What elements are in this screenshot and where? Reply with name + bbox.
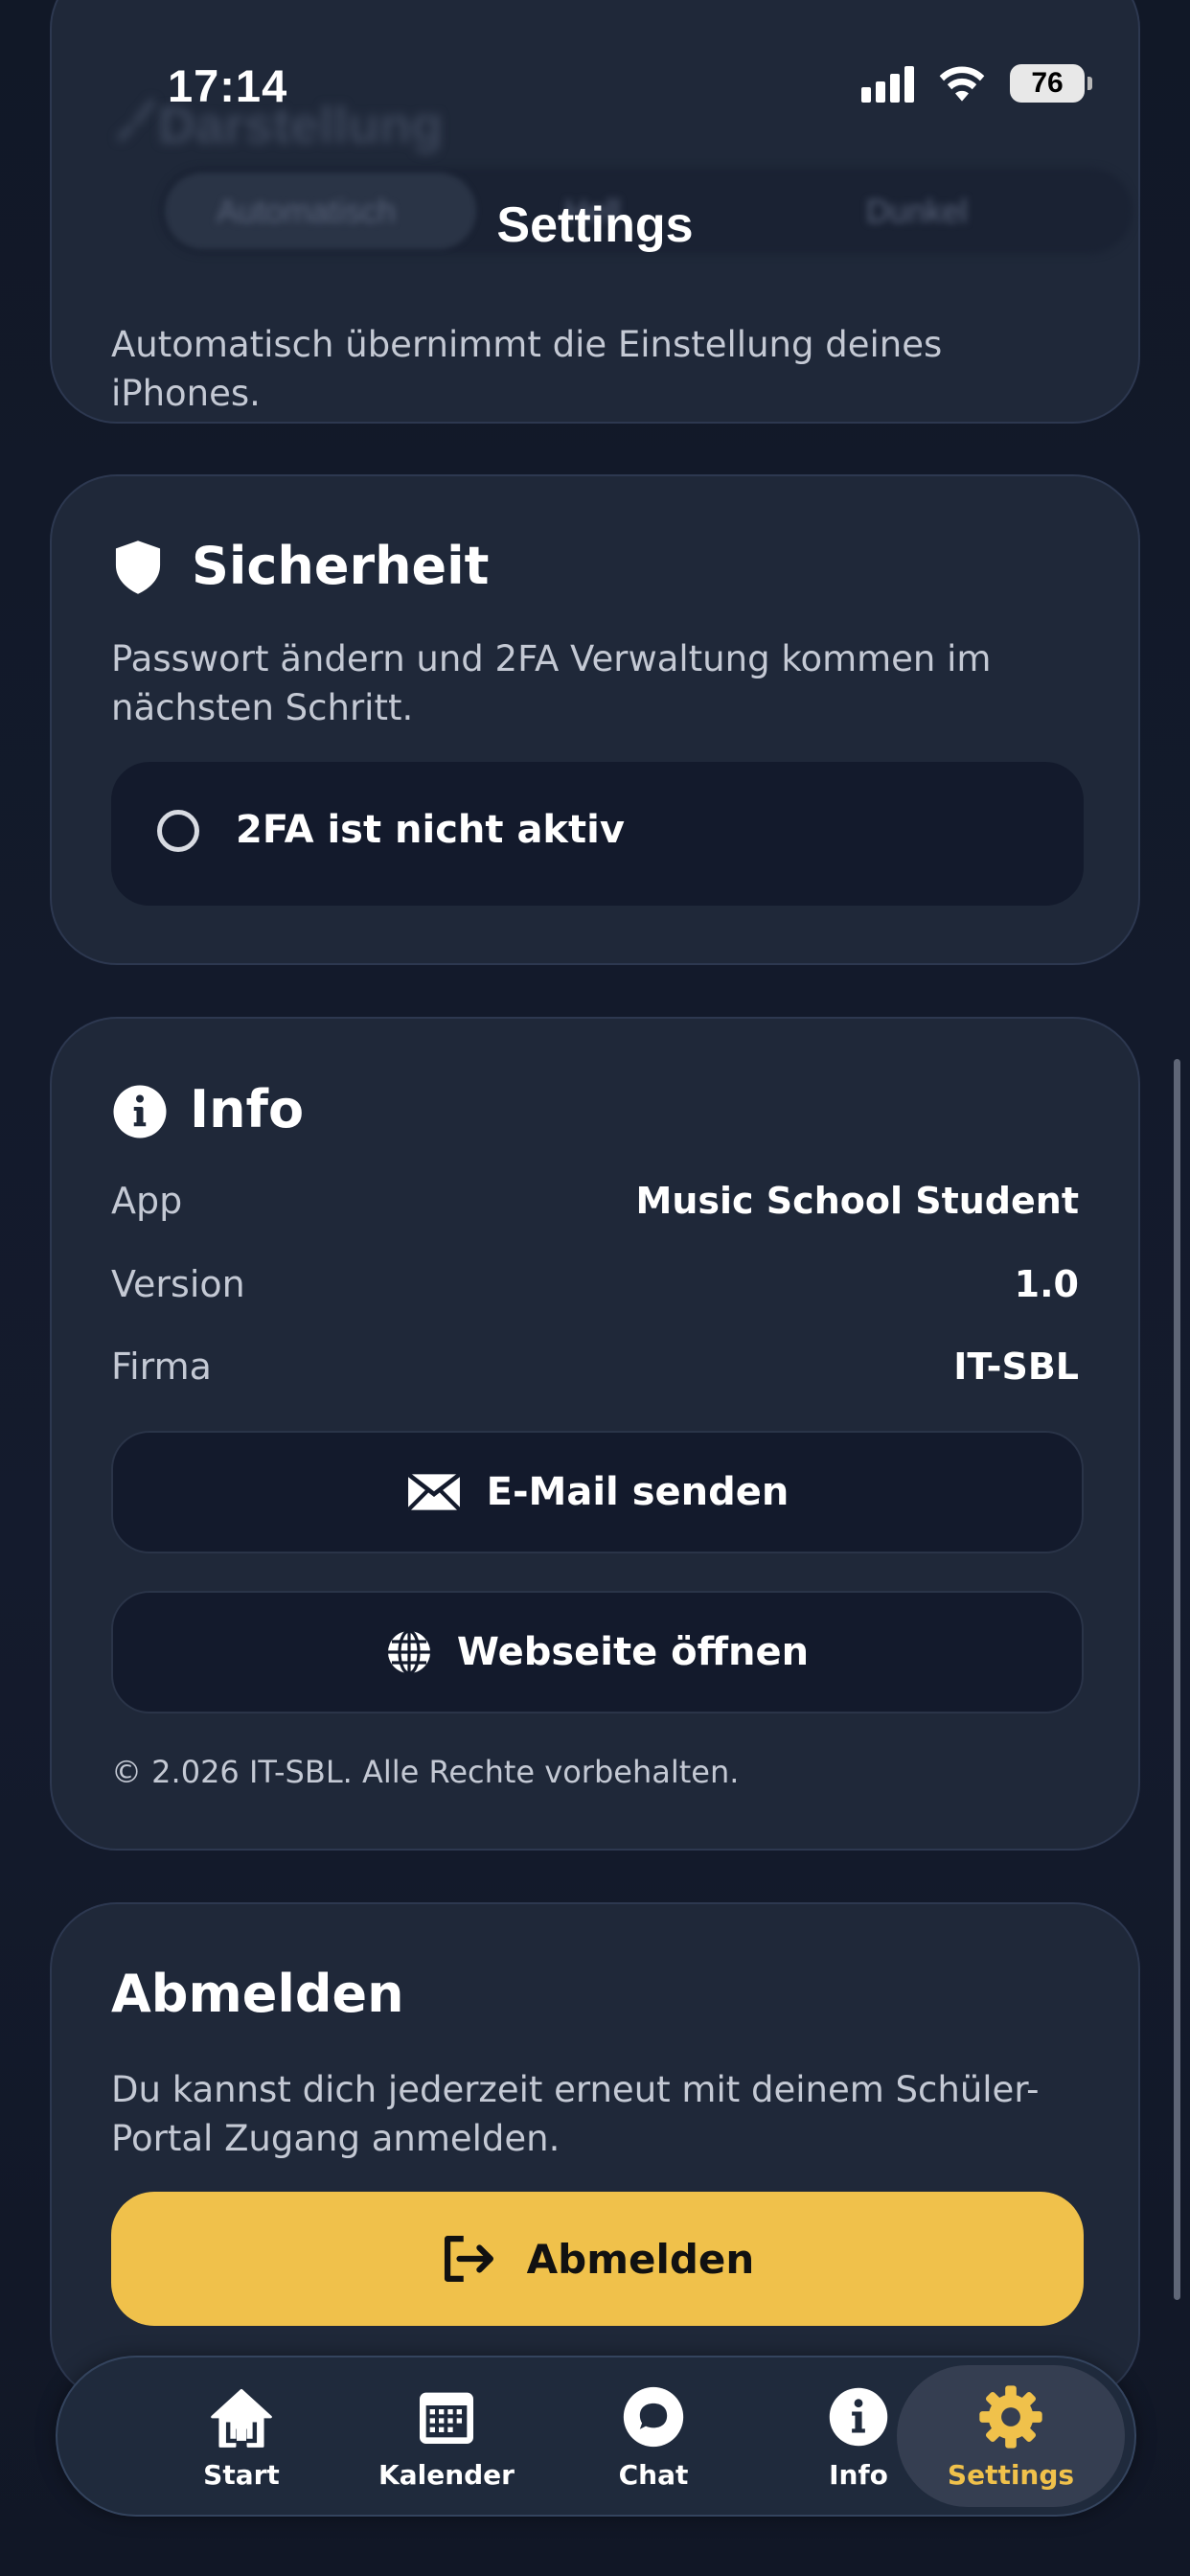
twofa-status-circle-icon [157, 810, 199, 852]
copyright-text: © 2.026 IT-SBL. Alle Rechte vorbehalten. [111, 1754, 740, 1790]
security-card: Sicherheit Passwort ändern und 2FA Verwa… [50, 474, 1140, 965]
info-card: Info App Music School Student Version 1.… [50, 1017, 1140, 1851]
twofa-status-row[interactable]: 2FA ist nicht aktiv [111, 762, 1084, 906]
info-row-value: IT-SBL [953, 1346, 1079, 1388]
logout-description: Du kannst dich jederzeit erneut mit dein… [111, 2069, 1040, 2159]
security-title: Sicherheit [192, 536, 490, 596]
logout-button[interactable]: Abmelden [111, 2192, 1084, 2326]
info-row-label: Version [111, 1263, 245, 1305]
status-time: 17:14 [168, 60, 288, 111]
wifi-icon [939, 66, 985, 102]
scrollbar[interactable] [1174, 1059, 1180, 2300]
home-icon [207, 2382, 276, 2451]
tab-start[interactable]: Start [138, 2358, 345, 2515]
tab-chat[interactable]: Chat [550, 2358, 757, 2515]
twofa-status-label: 2FA ist nicht aktiv [236, 808, 625, 852]
open-website-label: Webseite öffnen [456, 1630, 810, 1674]
open-website-button[interactable]: Webseite öffnen [111, 1591, 1084, 1714]
info-circle-icon [113, 1085, 167, 1138]
logout-button-label: Abmelden [526, 2235, 755, 2283]
tab-bar: Start Kalender Chat Info Settings [56, 2356, 1136, 2517]
tab-settings[interactable]: Settings [907, 2358, 1114, 2515]
tab-label: Info [829, 2459, 888, 2491]
info-row-label: App [111, 1180, 183, 1222]
shield-icon [115, 540, 161, 594]
info-row-value: Music School Student [635, 1180, 1079, 1222]
tab-label: Kalender [378, 2459, 515, 2491]
cellular-signal-icon [861, 64, 914, 103]
tab-label: Chat [618, 2459, 689, 2491]
logout-card: Abmelden Du kannst dich jederzeit erneut… [50, 1902, 1140, 2401]
globe-icon [387, 1629, 430, 1675]
info-row-value: 1.0 [1014, 1263, 1079, 1305]
page-title: Settings [496, 197, 694, 253]
battery-indicator: 76 [1010, 64, 1092, 103]
appearance-description: Automatisch übernimmt die Einstellung de… [111, 324, 943, 414]
tab-label: Start [203, 2459, 280, 2491]
chat-icon [619, 2382, 688, 2451]
logout-icon [444, 2236, 493, 2282]
status-icons: 76 [861, 63, 1092, 104]
info-icon [824, 2382, 893, 2451]
send-email-button[interactable]: E-Mail senden [111, 1431, 1084, 1553]
logout-title: Abmelden [111, 1964, 404, 2024]
gear-icon [976, 2382, 1045, 2451]
send-email-label: E-Mail senden [486, 1470, 790, 1514]
info-row-label: Firma [111, 1346, 212, 1388]
envelope-icon [406, 1472, 462, 1512]
calendar-icon [412, 2382, 481, 2451]
brush-icon [107, 91, 163, 147]
settings-screen: Automatisch Hell Dunkel Automatisch über… [0, 0, 1190, 2576]
info-title: Info [190, 1079, 305, 1139]
tab-label: Settings [947, 2459, 1075, 2491]
security-description: Passwort ändern und 2FA Verwaltung komme… [111, 638, 992, 728]
tab-kalender[interactable]: Kalender [343, 2358, 550, 2515]
